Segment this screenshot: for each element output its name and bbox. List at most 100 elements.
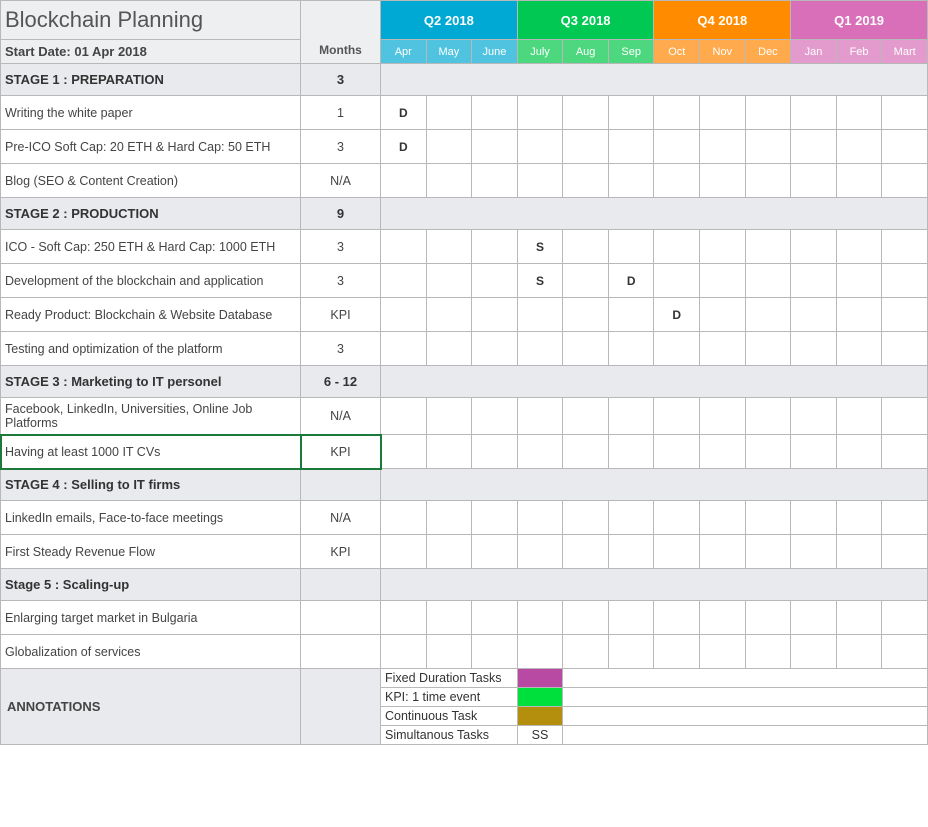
gantt-bar (563, 164, 609, 198)
month-june: June (472, 40, 518, 64)
gantt-bar (517, 164, 563, 198)
month-aug: Aug (563, 40, 609, 64)
gantt-bar (882, 501, 928, 535)
task-label: ICO - Soft Cap: 250 ETH & Hard Cap: 1000… (1, 230, 301, 264)
task-row[interactable]: Writing the white paper 1 D (1, 96, 928, 130)
task-months: 3 (301, 130, 381, 164)
task-label: Pre-ICO Soft Cap: 20 ETH & Hard Cap: 50 … (1, 130, 301, 164)
task-months: 3 (301, 332, 381, 366)
task-label: Writing the white paper (1, 96, 301, 130)
stage-2-row[interactable]: STAGE 2 : PRODUCTION 9 (1, 198, 928, 230)
task-row[interactable]: First Steady Revenue Flow KPI (1, 535, 928, 569)
gantt-bar (654, 164, 700, 198)
legend-swatch-olive (517, 707, 563, 726)
stage-3-label: STAGE 3 : Marketing to IT personel (1, 366, 301, 398)
start-date-label: Start Date: 01 Apr 2018 (1, 40, 301, 64)
gantt-bar (882, 398, 928, 435)
task-label: Ready Product: Blockchain & Website Data… (1, 298, 301, 332)
stage-2-label: STAGE 2 : PRODUCTION (1, 198, 301, 230)
quarter-q3-2018: Q3 2018 (517, 1, 654, 40)
quarter-q4-2018: Q4 2018 (654, 1, 791, 40)
gantt-bar (882, 332, 928, 366)
month-july: July (517, 40, 563, 64)
gantt-bar (882, 164, 928, 198)
task-row[interactable]: Globalization of services (1, 635, 928, 669)
legend-swatch-magenta (517, 669, 563, 688)
task-row[interactable]: Ready Product: Blockchain & Website Data… (1, 298, 928, 332)
task-months: N/A (301, 164, 381, 198)
stage-3-row[interactable]: STAGE 3 : Marketing to IT personel 6 - 1… (1, 366, 928, 398)
task-months: KPI (301, 298, 381, 332)
gantt-bar (426, 130, 472, 164)
task-label: Testing and optimization of the platform (1, 332, 301, 366)
gantt-bar: S (517, 230, 563, 264)
task-row[interactable]: Blog (SEO & Content Creation) N/A (1, 164, 928, 198)
task-months: 1 (301, 96, 381, 130)
gantt-bar (608, 164, 654, 198)
gantt-bar (791, 164, 837, 198)
gantt-bar (836, 332, 882, 366)
task-months: KPI (301, 535, 381, 569)
gantt-bar (563, 230, 609, 264)
month-oct: Oct (654, 40, 700, 64)
month-dec: Dec (745, 40, 791, 64)
stage-5-row[interactable]: Stage 5 : Scaling-up (1, 569, 928, 601)
task-label: First Steady Revenue Flow (1, 535, 301, 569)
task-row[interactable]: Development of the blockchain and applic… (1, 264, 928, 298)
month-nov: Nov (700, 40, 746, 64)
task-row[interactable]: Pre-ICO Soft Cap: 20 ETH & Hard Cap: 50 … (1, 130, 928, 164)
legend-kpi-label: KPI: 1 time event (381, 688, 518, 707)
task-row[interactable]: Enlarging target market in Bulgaria (1, 601, 928, 635)
stage-4-months (301, 469, 381, 501)
month-mart: Mart (882, 40, 928, 64)
task-months (301, 635, 381, 669)
task-label: Globalization of services (1, 635, 301, 669)
gantt-bar (472, 130, 518, 164)
stage-5-months (301, 569, 381, 601)
gantt-bar: S (517, 264, 563, 298)
task-label: Facebook, LinkedIn, Universities, Online… (1, 398, 301, 435)
gantt-bar (654, 398, 700, 435)
month-apr: Apr (381, 40, 427, 64)
gantt-bar (381, 164, 427, 198)
stage-1-label: STAGE 1 : PREPARATION (1, 64, 301, 96)
task-label: Development of the blockchain and applic… (1, 264, 301, 298)
legend-row: ANNOTATIONS Fixed Duration Tasks (1, 669, 928, 688)
task-months (301, 601, 381, 635)
stage-4-label: STAGE 4 : Selling to IT firms (1, 469, 301, 501)
gantt-bar (791, 398, 837, 435)
task-months: 3 (301, 230, 381, 264)
month-may: May (426, 40, 472, 64)
task-label: Enlarging target market in Bulgaria (1, 601, 301, 635)
legend-ss-code: SS (517, 726, 563, 745)
gantt-bar (426, 164, 472, 198)
task-label: LinkedIn emails, Face-to-face meetings (1, 501, 301, 535)
task-months: KPI (301, 435, 381, 469)
task-row-selected[interactable]: Having at least 1000 IT CVs KPI (1, 435, 928, 469)
month-feb: Feb (836, 40, 882, 64)
gantt-bar (836, 164, 882, 198)
task-row[interactable]: Facebook, LinkedIn, Universities, Online… (1, 398, 928, 435)
annotations-heading: ANNOTATIONS (1, 669, 301, 745)
quarter-q2-2018: Q2 2018 (381, 1, 518, 40)
task-row[interactable]: ICO - Soft Cap: 250 ETH & Hard Cap: 1000… (1, 230, 928, 264)
legend-fixed-label: Fixed Duration Tasks (381, 669, 518, 688)
gantt-bar: D (654, 298, 700, 332)
task-row[interactable]: LinkedIn emails, Face-to-face meetings N… (1, 501, 928, 535)
gantt-table: Blockchain Planning Months Q2 2018 Q3 20… (0, 0, 928, 745)
task-row[interactable]: Testing and optimization of the platform… (1, 332, 928, 366)
task-months: N/A (301, 398, 381, 435)
gantt-bar: D (381, 96, 427, 130)
stage-4-row[interactable]: STAGE 4 : Selling to IT firms (1, 469, 928, 501)
gantt-bar (700, 332, 746, 366)
stage-5-label: Stage 5 : Scaling-up (1, 569, 301, 601)
task-label: Having at least 1000 IT CVs (1, 435, 301, 469)
task-months: 3 (301, 264, 381, 298)
gantt-bar (472, 164, 518, 198)
gantt-bar (745, 398, 791, 435)
quarter-q1-2019: Q1 2019 (791, 1, 928, 40)
legend-continuous-label: Continuous Task (381, 707, 518, 726)
gantt-bar (745, 332, 791, 366)
gantt-bar (608, 230, 654, 264)
stage-1-row[interactable]: STAGE 1 : PREPARATION 3 (1, 64, 928, 96)
